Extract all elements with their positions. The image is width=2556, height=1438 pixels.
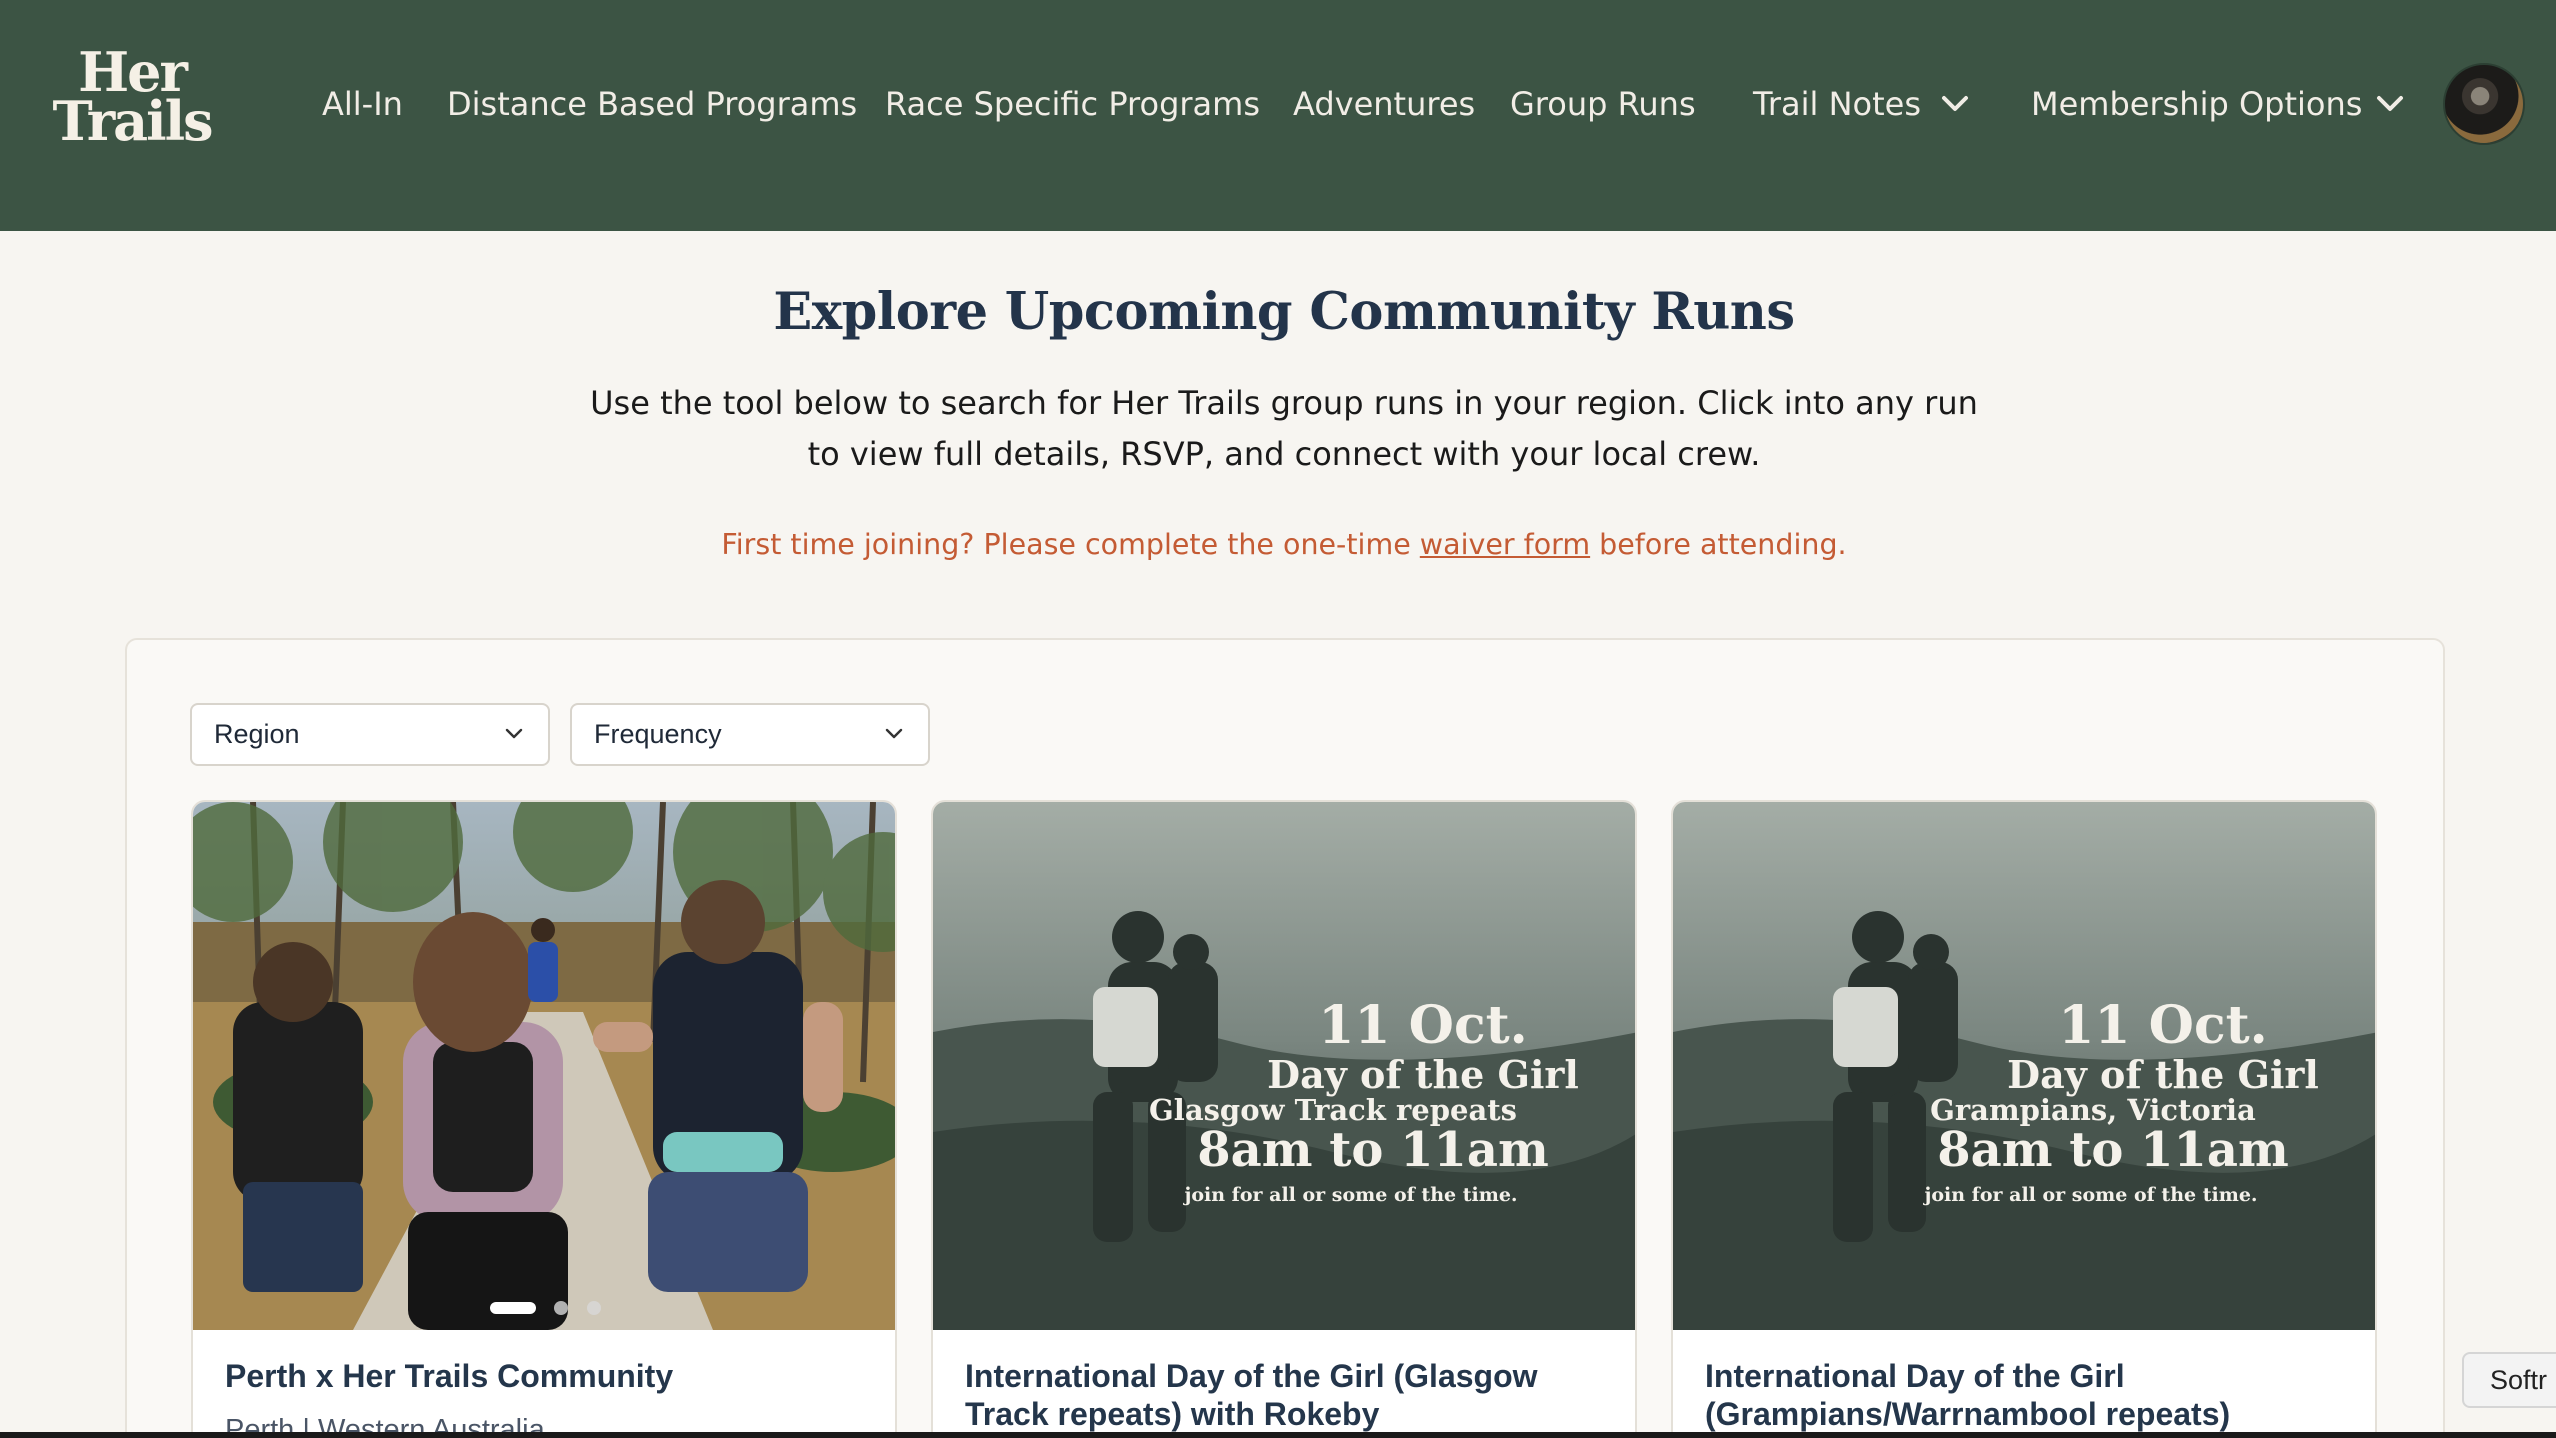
nav-membership-options[interactable]: Membership Options	[2031, 78, 2362, 130]
day-of-the-girl-poster: 11 Oct. Day of the Girl Glasgow Track re…	[933, 802, 1635, 1330]
nav-group-runs[interactable]: Group Runs	[1510, 78, 1696, 130]
waiver-form-link[interactable]: waiver form	[1420, 528, 1590, 561]
site-header: Her Trails All-In Distance Based Program…	[0, 0, 2556, 231]
nav-race-specific-programs[interactable]: Race Specific Programs	[885, 78, 1260, 130]
trail-notes-chevron-down-icon[interactable]	[1940, 92, 1970, 116]
frequency-filter-label: Frequency	[594, 719, 722, 749]
carousel-dots	[490, 1301, 601, 1315]
membership-options-chevron-down-icon[interactable]	[2375, 92, 2405, 116]
poster-note: join for all or some of the time.	[1922, 1184, 2257, 1206]
user-avatar[interactable]	[2443, 63, 2525, 145]
logo-line-2: Trails	[52, 89, 213, 153]
poster-date: 11 Oct.	[1318, 995, 1528, 1056]
poster-event: Day of the Girl	[2007, 1052, 2319, 1097]
intro-line-2: to view full details, RSVP, and connect …	[807, 435, 1761, 473]
nav-distance-based-programs[interactable]: Distance Based Programs	[447, 78, 857, 130]
frequency-chevron-down-icon	[885, 728, 903, 739]
frequency-filter-select[interactable]: Frequency	[570, 703, 930, 766]
region-filter-label: Region	[214, 719, 300, 749]
poster-time: 8am to 11am	[1937, 1122, 2289, 1178]
poster-time: 8am to 11am	[1197, 1122, 1549, 1178]
run-card-title: International Day of the Girl (Glasgow T…	[965, 1358, 1538, 1432]
run-card-poster: 11 Oct. Day of the Girl Grampians, Victo…	[1673, 802, 2375, 1330]
run-card-photo	[193, 802, 895, 1330]
run-card-title: Perth x Her Trails Community	[225, 1358, 674, 1394]
carousel-dot-3[interactable]	[587, 1301, 601, 1315]
run-card-perth[interactable]: Perth x Her Trails Community Perth | Wes…	[191, 800, 897, 1438]
intro-text: Use the tool below to search for Her Tra…	[578, 378, 1990, 480]
trail-runners-photo	[193, 802, 895, 1330]
poster-date: 11 Oct.	[2058, 995, 2268, 1056]
run-card-glasgow-track[interactable]: 11 Oct. Day of the Girl Glasgow Track re…	[931, 800, 1637, 1438]
waiver-text-before: First time joining? Please complete the …	[721, 528, 1420, 561]
nav-trail-notes[interactable]: Trail Notes	[1753, 78, 1921, 130]
region-filter-select[interactable]: Region	[190, 703, 550, 766]
viewport-bottom-edge	[0, 1432, 2556, 1438]
poster-note: join for all or some of the time.	[1182, 1184, 1517, 1206]
region-chevron-down-icon	[505, 728, 523, 739]
day-of-the-girl-poster: 11 Oct. Day of the Girl Grampians, Victo…	[1673, 802, 2375, 1330]
carousel-dot-2[interactable]	[554, 1301, 568, 1315]
run-card-grampians[interactable]: 11 Oct. Day of the Girl Grampians, Victo…	[1671, 800, 2377, 1438]
nav-all-in[interactable]: All-In	[322, 78, 403, 130]
waiver-text-after: before attending.	[1590, 528, 1847, 561]
poster-event: Day of the Girl	[1267, 1052, 1579, 1097]
page-title: Explore Upcoming Community Runs	[773, 282, 1795, 342]
nav-adventures[interactable]: Adventures	[1293, 78, 1475, 130]
run-card-poster: 11 Oct. Day of the Girl Glasgow Track re…	[933, 802, 1635, 1330]
intro-line-1: Use the tool below to search for Her Tra…	[590, 384, 1978, 422]
softr-badge[interactable]: Softr	[2462, 1352, 2556, 1408]
waiver-notice: First time joining? Please complete the …	[0, 528, 2556, 561]
her-trails-logo[interactable]: Her Trails	[52, 45, 213, 153]
carousel-dot-1[interactable]	[490, 1302, 536, 1314]
run-card-title: International Day of the Girl (Grampians…	[1705, 1358, 2231, 1432]
